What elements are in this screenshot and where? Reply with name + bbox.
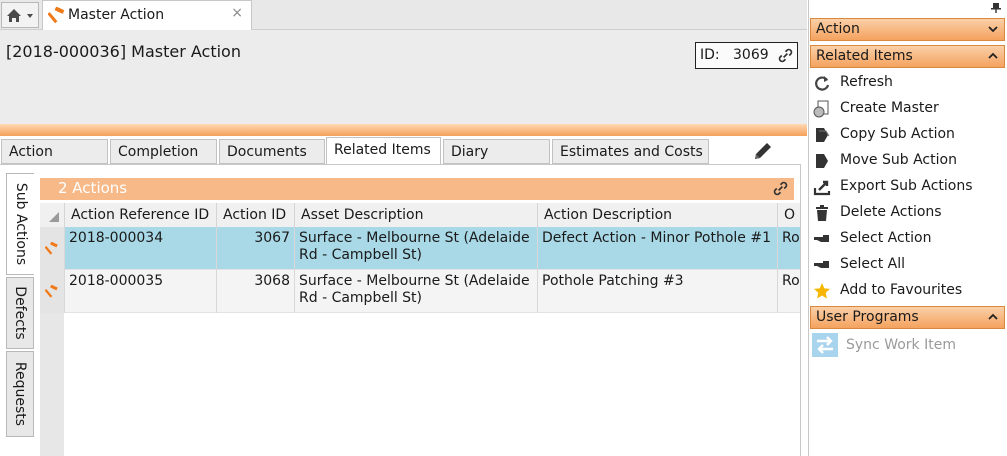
document-tab[interactable]: Master Action × <box>42 0 252 30</box>
cell-action-description: Pothole Patching #3 <box>537 270 777 313</box>
cell-asset-description: Surface - Melbourne St (Adelaide Rd - Ca… <box>294 227 537 270</box>
side-tab-defects[interactable]: Defects <box>6 277 34 349</box>
chevron-up-icon <box>988 313 998 320</box>
tab-diary[interactable]: Diary <box>443 139 550 164</box>
menu-item-delete-actions[interactable]: Delete Actions <box>812 200 1002 226</box>
menu-item-label: Select All <box>840 256 905 272</box>
tab-related-items[interactable]: Related Items <box>326 137 441 165</box>
row-header[interactable] <box>40 270 65 313</box>
corner-triangle-icon <box>49 212 59 222</box>
section-header-label: Action <box>816 21 860 37</box>
menu-item-select-all[interactable]: Select All <box>812 252 1002 278</box>
menu-item-label: Delete Actions <box>840 204 942 220</box>
menu-item-label: Export Sub Actions <box>840 178 973 194</box>
hammer-icon <box>45 285 58 298</box>
record-id-box: ID: 3069 <box>695 42 798 69</box>
menu-item-label: Refresh <box>840 74 893 90</box>
refresh-icon <box>815 76 830 91</box>
cell-action-reference-id: 2018-000035 <box>64 270 216 313</box>
hammer-icon <box>48 7 65 24</box>
edit-pencil-icon[interactable] <box>752 140 774 162</box>
cell-o: Ro <box>777 270 800 313</box>
home-dropdown-button[interactable] <box>1 2 39 28</box>
related-items-section-header[interactable]: Related Items <box>810 45 1005 68</box>
cell-o: Ro <box>777 227 800 270</box>
star-icon <box>814 283 830 299</box>
section-header-label: User Programs <box>816 309 919 325</box>
tab-documents[interactable]: Documents <box>219 139 325 164</box>
side-tab-sub-actions[interactable]: Sub Actions <box>6 173 34 275</box>
cell-action-id: 3068 <box>216 270 294 313</box>
cell-action-reference-id: 2018-000034 <box>64 227 216 270</box>
menu-item-label: Move Sub Action <box>840 152 957 168</box>
export-icon <box>813 180 831 196</box>
chevron-down-icon <box>988 26 998 33</box>
table-row[interactable]: 2018-000034 3067 Surface - Melbourne St … <box>40 227 800 270</box>
trash-icon <box>816 205 828 221</box>
side-tab-label: Sub Actions <box>12 182 29 266</box>
home-icon <box>7 9 33 22</box>
action-section-header[interactable]: Action <box>810 18 1005 41</box>
link-icon[interactable] <box>773 181 788 196</box>
document-tab-title: Master Action <box>68 7 165 23</box>
tab-estimates-and-costs[interactable]: Estimates and Costs <box>552 139 709 164</box>
menu-item-export-sub-actions[interactable]: Export Sub Actions <box>812 174 1002 200</box>
column-header-asset-description[interactable]: Asset Description <box>294 203 537 228</box>
pin-icon[interactable] <box>990 2 1002 14</box>
cell-action-description: Defect Action - Minor Pothole #1 <box>537 227 777 270</box>
side-tab-requests[interactable]: Requests <box>6 351 34 437</box>
section-header-label: Related Items <box>816 48 913 64</box>
user-programs-section-header[interactable]: User Programs <box>810 306 1005 329</box>
menu-item-label: Sync Work Item <box>846 337 956 353</box>
create-master-icon <box>813 100 829 118</box>
table-row[interactable]: 2018-000035 3068 Surface - Melbourne St … <box>40 270 800 313</box>
chevron-up-icon <box>988 52 998 59</box>
row-header-column <box>40 313 64 456</box>
menu-item-select-action[interactable]: Select Action <box>812 226 1002 252</box>
sync-icon <box>812 333 838 357</box>
column-header-action-id[interactable]: Action ID <box>216 203 294 228</box>
id-label: ID: <box>700 47 720 63</box>
cell-asset-description: Surface - Melbourne St (Adelaide Rd - Ca… <box>294 270 537 313</box>
pointing-hand-icon <box>814 235 829 242</box>
column-header-action-description[interactable]: Action Description <box>537 203 777 228</box>
side-tab-label: Requests <box>12 361 28 427</box>
menu-item-label: Add to Favourites <box>840 282 963 298</box>
row-header[interactable] <box>40 227 65 270</box>
menu-item-label: Create Master <box>840 100 939 116</box>
menu-item-refresh[interactable]: Refresh <box>812 70 1002 96</box>
menu-item-add-to-favourites[interactable]: Add to Favourites <box>812 278 1002 304</box>
grid-header: Action Reference ID Action ID Asset Desc… <box>40 203 800 228</box>
tab-completion[interactable]: Completion <box>110 139 217 164</box>
menu-item-copy-sub-action[interactable]: Copy Sub Action <box>812 122 1002 148</box>
hammer-icon <box>45 242 58 255</box>
menu-item-sync-work-item[interactable]: Sync Work Item <box>812 333 1002 359</box>
grid-count-label: 2 Actions <box>58 179 128 197</box>
id-value: 3069 <box>733 47 769 63</box>
column-header-o[interactable]: O <box>777 203 800 228</box>
grid-count-bar: 2 Actions <box>40 178 794 200</box>
side-tab-label: Defects <box>12 286 28 340</box>
menu-item-label: Copy Sub Action <box>840 126 955 142</box>
content-right-edge <box>800 164 807 456</box>
cell-action-id: 3067 <box>216 227 294 270</box>
menu-item-move-sub-action[interactable]: Move Sub Action <box>812 148 1002 174</box>
close-tab-button[interactable]: × <box>231 5 243 21</box>
tab-action[interactable]: Action <box>1 139 108 164</box>
page-title: [2018-000036] Master Action <box>6 42 241 61</box>
menu-item-label: Select Action <box>840 230 932 246</box>
header-accent-strip <box>0 124 807 136</box>
move-icon <box>816 154 828 168</box>
select-all-corner[interactable] <box>40 203 64 228</box>
column-header-action-reference-id[interactable]: Action Reference ID <box>64 203 216 228</box>
copy-icon <box>816 128 830 142</box>
pointing-hand-icon <box>814 261 829 268</box>
menu-item-create-master[interactable]: Create Master <box>812 96 1002 122</box>
link-icon[interactable] <box>778 48 793 63</box>
